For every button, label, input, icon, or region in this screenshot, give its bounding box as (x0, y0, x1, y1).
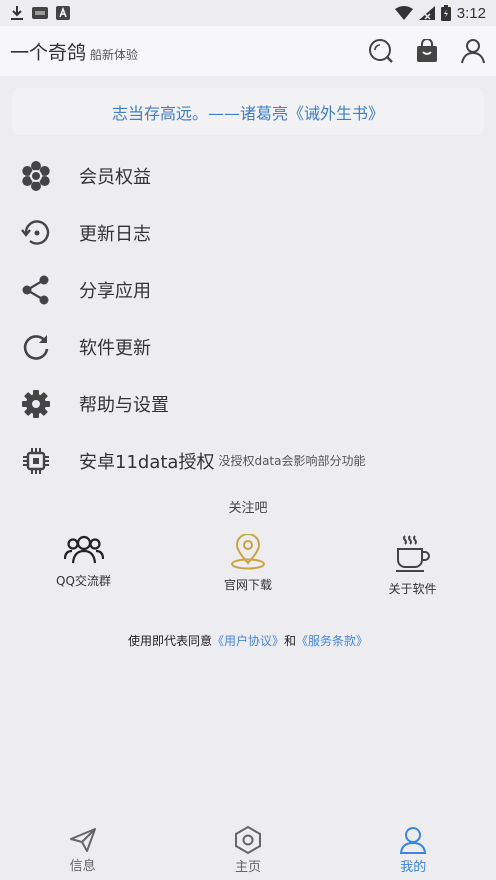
app-title: 一个奇鸽 (10, 41, 87, 64)
send-icon (69, 827, 96, 852)
service-terms-link[interactable]: 《服务条款》 (296, 634, 368, 648)
app-header: 一个奇鸽 船新体验 (0, 26, 496, 76)
menu-item-changelog[interactable]: 更新日志 (0, 204, 496, 261)
coffee-cup-icon (395, 535, 430, 572)
signal-icon (418, 6, 435, 20)
history-icon (20, 217, 52, 249)
location-pin-icon (231, 534, 265, 570)
menu-item-software-update[interactable]: 软件更新 (0, 318, 496, 375)
tab-label: 信息 (69, 858, 96, 874)
header-actions (368, 38, 486, 64)
follow-item-qq-group[interactable]: QQ交流群 (36, 534, 131, 597)
refresh-icon (20, 331, 52, 363)
menu-list: 会员权益 更新日志 分享应用 软件更新 帮助与设置 安卓11data授权 没授权… (0, 147, 496, 489)
tab-messages[interactable]: 信息 (23, 827, 143, 874)
menu-note: 没授权data会影响部分功能 (218, 454, 366, 468)
download-icon (11, 6, 23, 20)
user-icon[interactable] (460, 38, 486, 64)
follow-title: 关注吧 (228, 501, 268, 516)
user-agreement-link[interactable]: 《用户协议》 (212, 634, 284, 648)
quote-card: 志当存高远。——诸葛亮《诫外生书》 (12, 88, 484, 135)
share-icon (20, 274, 52, 306)
follow-item-website[interactable]: 官网下载 (201, 534, 296, 597)
follow-item-about[interactable]: 关于软件 (365, 534, 460, 597)
status-left (10, 5, 70, 21)
quote-text: 志当存高远。——诸葛亮《诫外生书》 (111, 103, 384, 123)
menu-label: 分享应用 (79, 280, 151, 302)
agreement-prefix: 使用即代表同意 (127, 634, 212, 648)
agreement-line: 使用即代表同意《用户协议》和《服务条款》 (0, 632, 496, 649)
menu-label: 安卓11data授权 (79, 451, 215, 473)
follow-label: 关于软件 (388, 582, 437, 596)
app-subtitle: 船新体验 (90, 47, 139, 62)
menu-item-share[interactable]: 分享应用 (0, 261, 496, 318)
flower-icon (20, 160, 52, 192)
status-time: 3:12 (456, 4, 486, 22)
gear-icon (20, 388, 52, 420)
app-title-wrap: 一个奇鸽 船新体验 (10, 38, 138, 65)
follow-row: QQ交流群 官网下载 关于软件 (0, 534, 496, 597)
keyboard-a-icon (56, 6, 70, 20)
menu-label: 软件更新 (79, 337, 151, 359)
hexagon-icon (234, 825, 261, 854)
status-right: 3:12 (394, 4, 486, 22)
tab-label: 我的 (400, 859, 427, 875)
user-icon (400, 826, 427, 854)
bottom-tab-bar: 信息 主页 我的 (0, 820, 496, 880)
tab-mine[interactable]: 我的 (353, 826, 473, 875)
menu-label: 帮助与设置 (79, 394, 169, 416)
tab-home[interactable]: 主页 (188, 825, 308, 875)
menu-label: 更新日志 (79, 223, 151, 245)
menu-item-membership[interactable]: 会员权益 (0, 147, 496, 204)
menu-label: 会员权益 (79, 166, 151, 188)
search-icon[interactable] (368, 38, 394, 64)
agreement-conjunction: 和 (284, 634, 297, 648)
wifi-icon (394, 6, 413, 20)
follow-label: QQ交流群 (56, 574, 111, 588)
group-icon (63, 535, 104, 564)
tab-label: 主页 (234, 859, 261, 875)
hms-icon (32, 7, 48, 19)
chip-icon (20, 445, 52, 477)
status-bar: 3:12 (0, 0, 496, 26)
menu-item-android11-data[interactable]: 安卓11data授权 没授权data会影响部分功能 (0, 432, 496, 489)
follow-label: 官网下载 (223, 578, 272, 592)
battery-icon (440, 5, 451, 21)
shopping-bag-icon[interactable] (416, 39, 438, 63)
menu-item-help-settings[interactable]: 帮助与设置 (0, 375, 496, 432)
